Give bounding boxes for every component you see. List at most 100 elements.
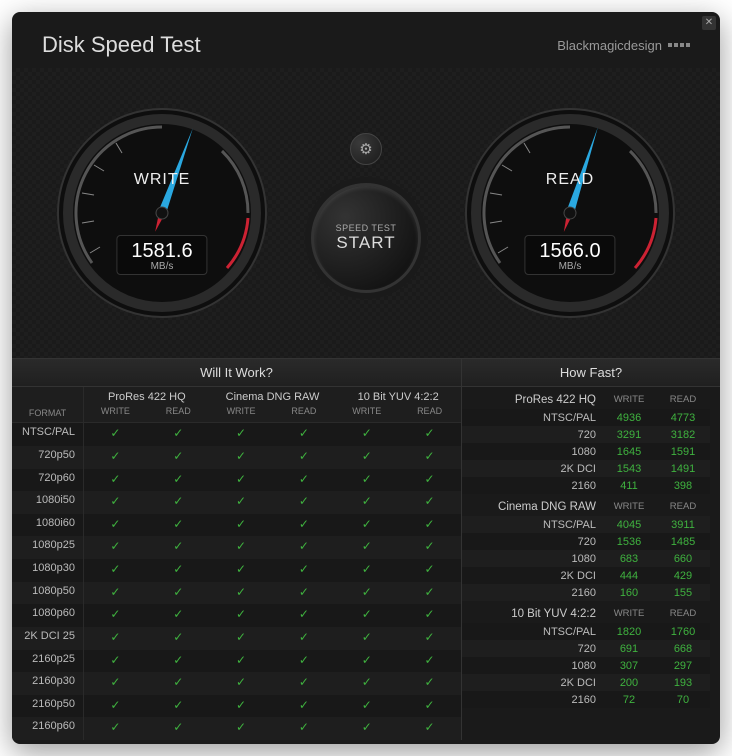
check-icon: ✓ — [173, 539, 183, 553]
check-cell: ✓ — [398, 491, 461, 514]
check-icon: ✓ — [299, 426, 309, 440]
check-cell: ✓ — [210, 559, 273, 582]
check-cell: ✓ — [335, 627, 398, 650]
fast-row-label: 1080 — [462, 550, 602, 567]
check-cell: ✓ — [210, 604, 273, 627]
check-cell: ✓ — [147, 604, 210, 627]
check-icon: ✓ — [173, 449, 183, 463]
fast-value: 4045 — [602, 516, 656, 533]
check-cell: ✓ — [272, 582, 335, 605]
write-gauge-display: 1581.6 MB/s — [116, 235, 207, 275]
check-icon: ✓ — [236, 539, 246, 553]
start-button[interactable]: SPEED TEST START — [311, 183, 421, 293]
check-cell: ✓ — [147, 446, 210, 469]
write-read-header: WRITE — [335, 406, 398, 424]
check-icon: ✓ — [425, 630, 435, 644]
check-cell: ✓ — [335, 423, 398, 446]
check-cell: ✓ — [398, 717, 461, 740]
check-icon: ✓ — [236, 720, 246, 734]
check-cell: ✓ — [210, 717, 273, 740]
write-read-header: READ — [147, 406, 210, 424]
check-cell: ✓ — [272, 627, 335, 650]
check-icon: ✓ — [173, 720, 183, 734]
check-cell: ✓ — [335, 695, 398, 718]
app-window: ✕ Disk Speed Test Blackmagicdesign — [12, 12, 720, 744]
fast-value: 691 — [602, 640, 656, 657]
check-cell: ✓ — [398, 582, 461, 605]
check-cell: ✓ — [335, 672, 398, 695]
check-cell: ✓ — [84, 446, 147, 469]
fast-write-read-header: WRITE — [602, 601, 656, 623]
fast-value: 398 — [656, 477, 710, 494]
fast-row-label: 2160 — [462, 477, 602, 494]
check-icon: ✓ — [110, 607, 120, 621]
write-read-header: READ — [398, 406, 461, 424]
check-icon: ✓ — [110, 653, 120, 667]
check-cell: ✓ — [272, 717, 335, 740]
read-gauge: READ 1566.0 MB/s — [460, 103, 680, 323]
fast-codec-header: Cinema DNG RAW — [462, 494, 602, 516]
check-cell: ✓ — [398, 650, 461, 673]
check-cell: ✓ — [147, 559, 210, 582]
check-icon: ✓ — [425, 653, 435, 667]
check-icon: ✓ — [425, 675, 435, 689]
close-icon[interactable]: ✕ — [702, 16, 716, 30]
read-gauge-display: 1566.0 MB/s — [524, 235, 615, 275]
check-icon: ✓ — [173, 494, 183, 508]
start-small-label: SPEED TEST — [336, 223, 397, 233]
check-icon: ✓ — [362, 562, 372, 576]
fast-row-label: 1080 — [462, 657, 602, 674]
fast-row-label: NTSC/PAL — [462, 409, 602, 426]
format-row-label: 1080p60 — [12, 604, 84, 627]
fast-value: 429 — [656, 567, 710, 584]
check-cell: ✓ — [335, 446, 398, 469]
check-cell: ✓ — [210, 514, 273, 537]
settings-button[interactable]: ⚙ — [350, 133, 382, 165]
check-cell: ✓ — [210, 582, 273, 605]
check-icon: ✓ — [110, 630, 120, 644]
check-icon: ✓ — [425, 698, 435, 712]
check-cell: ✓ — [147, 650, 210, 673]
check-icon: ✓ — [110, 698, 120, 712]
check-icon: ✓ — [299, 630, 309, 644]
fast-row-label: NTSC/PAL — [462, 516, 602, 533]
check-icon: ✓ — [299, 539, 309, 553]
check-cell: ✓ — [398, 536, 461, 559]
check-cell: ✓ — [84, 672, 147, 695]
check-icon: ✓ — [362, 675, 372, 689]
check-icon: ✓ — [362, 653, 372, 667]
check-cell: ✓ — [84, 423, 147, 446]
check-cell: ✓ — [272, 446, 335, 469]
check-icon: ✓ — [236, 607, 246, 621]
check-icon: ✓ — [236, 675, 246, 689]
check-icon: ✓ — [299, 720, 309, 734]
fast-row-label: 2K DCI — [462, 460, 602, 477]
fast-value: 1591 — [656, 443, 710, 460]
check-cell: ✓ — [210, 650, 273, 673]
check-cell: ✓ — [335, 582, 398, 605]
check-icon: ✓ — [173, 472, 183, 486]
check-cell: ✓ — [210, 423, 273, 446]
fast-row-label: 2160 — [462, 691, 602, 708]
fast-row-label: 2K DCI — [462, 674, 602, 691]
fast-value: 70 — [656, 691, 710, 708]
check-cell: ✓ — [335, 650, 398, 673]
fast-value: 1820 — [602, 623, 656, 640]
check-icon: ✓ — [299, 494, 309, 508]
check-cell: ✓ — [398, 446, 461, 469]
format-row-label: 2160p60 — [12, 717, 84, 740]
check-icon: ✓ — [236, 585, 246, 599]
fast-value: 1760 — [656, 623, 710, 640]
write-value: 1581.6 — [131, 240, 192, 263]
how-fast-header: How Fast? — [462, 359, 720, 387]
fast-write-read-header: READ — [656, 601, 710, 623]
format-row-label: 2160p50 — [12, 695, 84, 718]
check-cell: ✓ — [210, 672, 273, 695]
check-cell: ✓ — [272, 672, 335, 695]
fast-row-label: 2160 — [462, 584, 602, 601]
fast-value: 3291 — [602, 426, 656, 443]
check-icon: ✓ — [236, 653, 246, 667]
fast-row-label: 2K DCI — [462, 567, 602, 584]
check-icon: ✓ — [110, 720, 120, 734]
fast-value: 1485 — [656, 533, 710, 550]
